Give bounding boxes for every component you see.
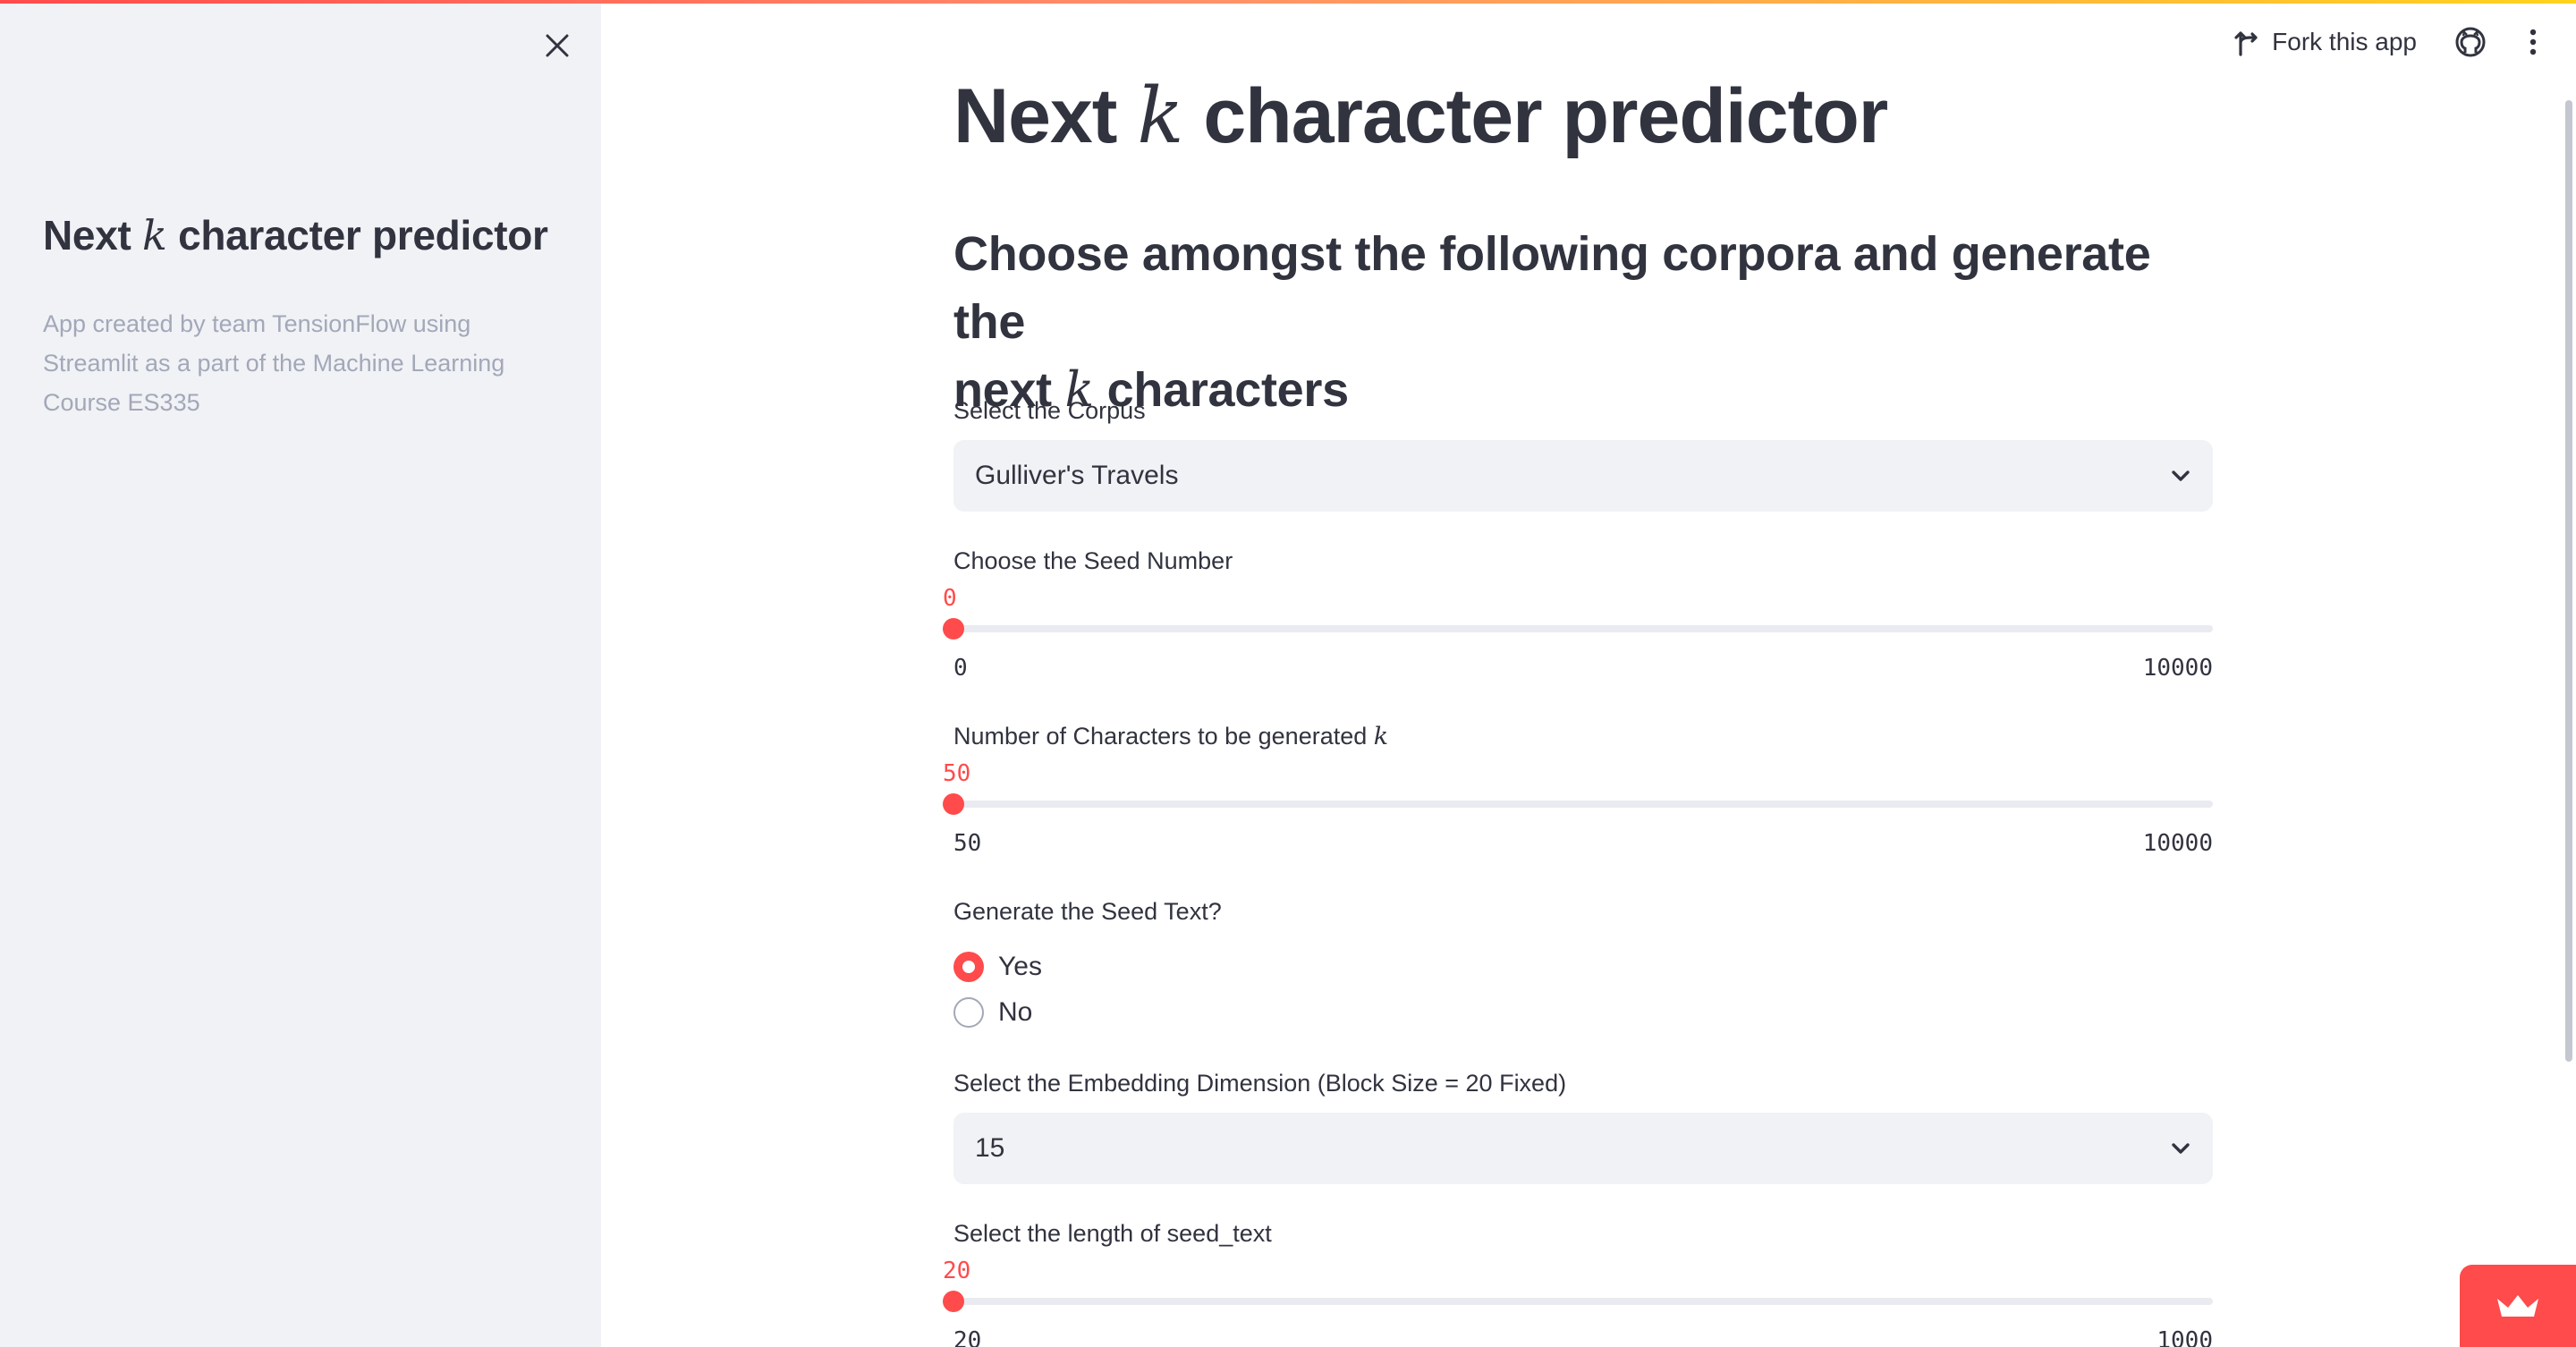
radio-label-no: No [998, 997, 1033, 1027]
seed-length-slider[interactable] [943, 1288, 2213, 1315]
radio-label-yes: Yes [998, 952, 1042, 981]
chevron-down-icon [2172, 470, 2190, 481]
num-chars-slider-thumb[interactable] [943, 793, 964, 815]
num-chars-label-variable: k [1373, 723, 1389, 750]
subheader: Choose amongst the following corpora and… [953, 220, 2213, 424]
gen-seed-label: Generate the Seed Text? [953, 898, 1222, 925]
fork-icon [2234, 31, 2258, 56]
github-icon [2455, 27, 2486, 57]
radio-selected-icon [953, 952, 984, 982]
seed-min-label: 0 [953, 655, 968, 682]
top-decoration-bar [0, 0, 2576, 4]
num-chars-label-text: Number of Characters to be generated [953, 723, 1368, 750]
page-title-suffix: character predictor [1203, 73, 1888, 159]
num-chars-label: Number of Characters to be generated k [953, 723, 1388, 750]
corpus-select-value: Gulliver's Travels [975, 461, 1179, 490]
num-chars-current-value: 50 [943, 760, 971, 787]
seed-label: Choose the Seed Number [953, 547, 1233, 574]
seed-current-value: 0 [943, 585, 957, 612]
num-chars-slider-track [953, 801, 2213, 808]
subheader-line-1: Choose amongst the following corpora and… [953, 227, 2151, 349]
sidebar-title-prefix: Next [43, 212, 131, 258]
fork-app-button[interactable]: Fork this app [2233, 28, 2417, 56]
close-sidebar-button[interactable] [538, 27, 576, 64]
page-title: Next k character predictor [953, 72, 1888, 161]
streamlit-badge[interactable] [2460, 1265, 2576, 1347]
seed-length-label: Select the length of seed_text [953, 1220, 1272, 1247]
num-chars-min-label: 50 [953, 830, 982, 857]
seed-length-slider-thumb[interactable] [943, 1291, 964, 1312]
num-chars-slider[interactable] [943, 791, 2213, 818]
page-title-prefix: Next [953, 73, 1117, 159]
sidebar-title-suffix: character predictor [178, 212, 548, 258]
github-button[interactable] [2451, 22, 2490, 62]
crown-icon [2497, 1295, 2538, 1317]
seed-max-label: 10000 [2142, 655, 2213, 682]
sidebar: Next k character predictor App created b… [0, 0, 601, 1347]
close-icon [546, 34, 569, 57]
fork-app-label: Fork this app [2272, 28, 2417, 55]
page-scrollbar[interactable] [2565, 100, 2572, 1062]
radio-option-yes[interactable]: Yes [953, 952, 1042, 982]
seed-slider-track [953, 625, 2213, 632]
radio-option-no[interactable]: No [953, 997, 1032, 1028]
embedding-select-value: 15 [975, 1133, 1005, 1163]
seed-length-min-label: 20 [953, 1327, 982, 1347]
chevron-down-icon [2172, 1143, 2190, 1154]
embedding-label: Select the Embedding Dimension (Block Si… [953, 1070, 1567, 1097]
radio-unselected-icon [953, 997, 984, 1028]
corpus-label: Select the Corpus [953, 397, 1146, 424]
sidebar-title-variable: k [142, 211, 167, 259]
corpus-select[interactable]: Gulliver's Travels [953, 440, 2213, 512]
embedding-select[interactable]: 15 [953, 1113, 2213, 1184]
page-title-variable: k [1137, 72, 1183, 161]
seed-length-max-label: 1000 [2157, 1327, 2213, 1347]
main-menu-button[interactable] [2517, 22, 2549, 62]
kebab-menu-icon [2529, 29, 2537, 55]
seed-slider[interactable] [943, 615, 2213, 642]
sidebar-title: Next k character predictor [43, 211, 548, 259]
app-toolbar: Fork this app [2233, 20, 2576, 64]
num-chars-max-label: 10000 [2142, 830, 2213, 857]
sidebar-description: App created by team TensionFlow using St… [43, 310, 505, 416]
seed-length-current-value: 20 [943, 1258, 971, 1284]
seed-slider-thumb[interactable] [943, 618, 964, 640]
seed-length-slider-track [953, 1298, 2213, 1305]
